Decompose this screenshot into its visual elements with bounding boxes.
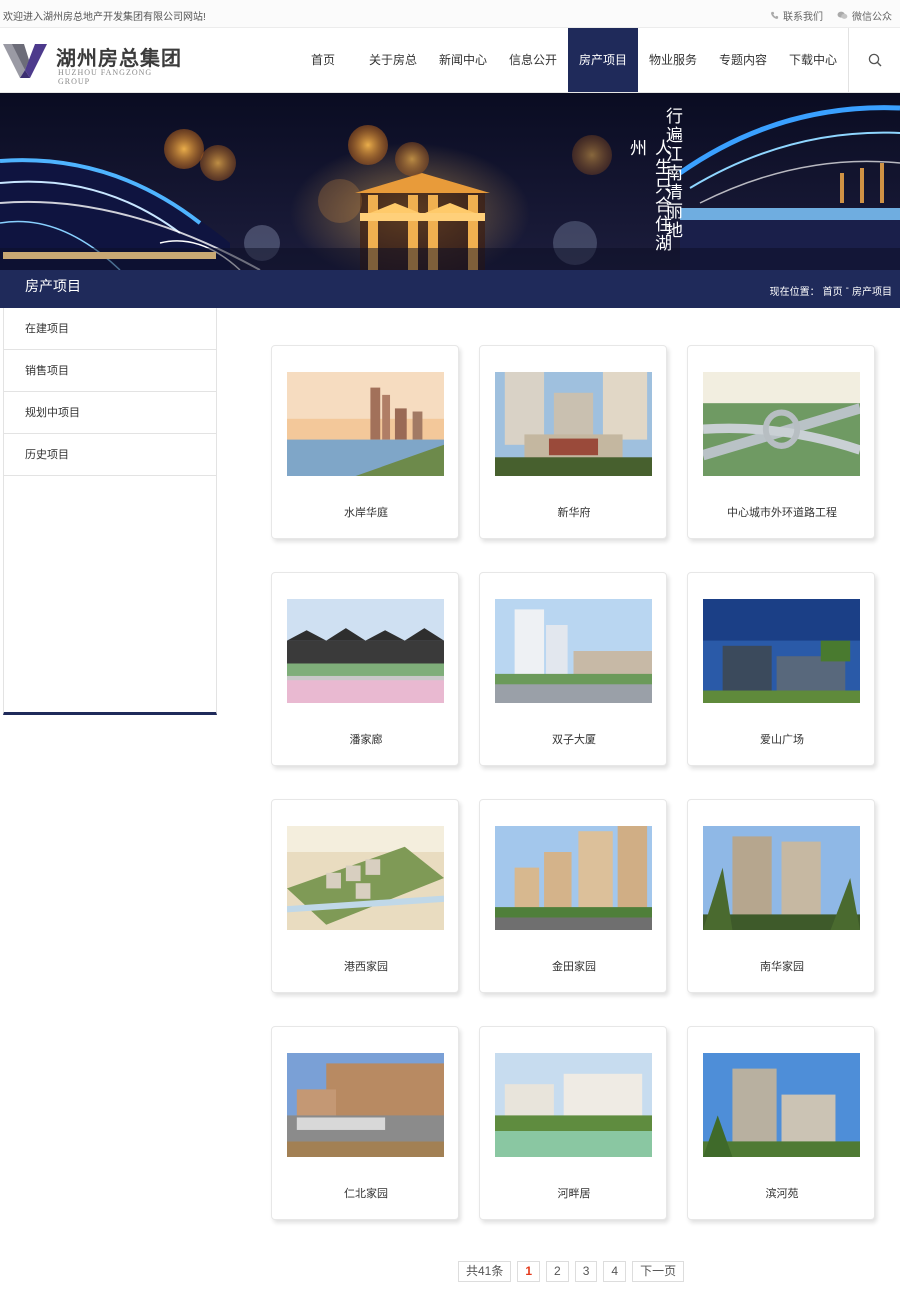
project-card[interactable]: 滨河苑 (687, 1026, 875, 1220)
project-card[interactable]: 河畔居 (479, 1026, 667, 1220)
breadcrumb-separator: - (845, 283, 849, 294)
project-photo[interactable] (287, 826, 444, 930)
project-photo[interactable] (495, 1053, 652, 1157)
project-photo[interactable] (703, 1053, 860, 1157)
project-name[interactable]: 滨河苑 (688, 1185, 876, 1201)
section-tab: 房产项目 (3, 252, 216, 308)
nav-topics[interactable]: 专题内容 (708, 28, 778, 92)
project-photo[interactable] (703, 372, 860, 476)
breadcrumb-label: 现在位置： (769, 287, 820, 298)
project-card[interactable]: 双子大厦 (479, 572, 667, 766)
section-title: 房产项目 (25, 278, 81, 294)
project-name[interactable]: 仁北家园 (272, 1185, 460, 1201)
top-links: 联系我们 微信公众 (770, 8, 892, 23)
project-name[interactable]: 金田家园 (480, 958, 668, 974)
wechat-link[interactable]: 微信公众 (837, 8, 892, 23)
project-name[interactable]: 港西家园 (272, 958, 460, 974)
project-name[interactable]: 中心城市外环道路工程 (688, 504, 876, 520)
breadcrumb-current[interactable]: 房产项目 (852, 283, 892, 298)
project-card[interactable]: 港西家园 (271, 799, 459, 993)
project-name[interactable]: 潘家廊 (272, 731, 460, 747)
page-link-1[interactable]: 1 (517, 1261, 541, 1282)
section-title-bar: 房产项目 现在位置： 首页 - 房产项目 (0, 252, 900, 308)
main-nav: 首页 关于房总 新闻中心 信息公开 房产项目 物业服务 专题内容 下载中心 (288, 28, 848, 92)
logo-mark-icon (3, 44, 47, 78)
nav-property-service[interactable]: 物业服务 (638, 28, 708, 92)
project-card[interactable]: 潘家廊 (271, 572, 459, 766)
nav-divider (848, 28, 849, 92)
project-photo[interactable] (287, 599, 444, 703)
next-page-button[interactable]: 下一页 (632, 1261, 685, 1282)
nav-news[interactable]: 新闻中心 (428, 28, 498, 92)
wechat-label: 微信公众 (852, 12, 892, 23)
project-card[interactable]: 新华府 (479, 345, 667, 539)
logo-name: 湖州房总集团 (56, 48, 182, 70)
hero-banner: 行遍江南清丽地 人生只合住湖州 (0, 93, 900, 270)
wechat-icon (837, 11, 848, 19)
nav-about[interactable]: 关于房总 (358, 28, 428, 92)
project-name[interactable]: 爱山广场 (688, 731, 876, 747)
project-card[interactable]: 水岸华庭 (271, 345, 459, 539)
project-photo[interactable] (287, 372, 444, 476)
sidebar-item-on-sale[interactable]: 销售项目 (4, 350, 216, 392)
sidebar-item-under-construction[interactable]: 在建项目 (4, 308, 216, 350)
logo-english: HUZHOU FANGZONG GROUP (58, 68, 153, 86)
pagination: 共41条 1 2 3 4 下一页 (458, 1261, 685, 1282)
nav-projects[interactable]: 房产项目 (568, 28, 638, 92)
nav-downloads[interactable]: 下载中心 (778, 28, 848, 92)
banner-night-scene-image (0, 93, 900, 270)
project-photo[interactable] (495, 599, 652, 703)
page-link-3[interactable]: 3 (574, 1261, 598, 1282)
sidebar-item-historical[interactable]: 历史项目 (4, 434, 216, 476)
site-header: 湖州房总集团 HUZHOU FANGZONG GROUP 首页 关于房总 新闻中心信… (0, 28, 900, 93)
search-button[interactable] (850, 28, 900, 92)
project-name[interactable]: 双子大厦 (480, 731, 668, 747)
logo[interactable]: 湖州房总集团 HUZHOU FANGZONG GROUP (2, 40, 182, 86)
project-card[interactable]: 爱山广场 (687, 572, 875, 766)
project-photo[interactable] (703, 826, 860, 930)
project-photo[interactable] (703, 599, 860, 703)
nav-disclosure[interactable]: 信息公开 (498, 28, 568, 92)
project-name[interactable]: 南华家园 (688, 958, 876, 974)
project-photo[interactable] (495, 826, 652, 930)
nav-home[interactable]: 首页 (288, 28, 358, 92)
project-card[interactable]: 金田家园 (479, 799, 667, 993)
contact-label: 联系我们 (783, 12, 823, 23)
project-photo[interactable] (495, 372, 652, 476)
project-name[interactable]: 水岸华庭 (272, 504, 460, 520)
project-name[interactable]: 河畔居 (480, 1185, 668, 1201)
phone-icon (771, 11, 779, 19)
project-card[interactable]: 中心城市外环道路工程 (687, 345, 875, 539)
breadcrumb: 现在位置： 首页 - 房产项目 (770, 283, 892, 298)
project-photo[interactable] (287, 1053, 444, 1157)
section-tab-accent (3, 252, 216, 259)
breadcrumb-home-link[interactable]: 首页 (823, 283, 843, 298)
pagination-total: 共41条 (458, 1261, 512, 1282)
page-link-2[interactable]: 2 (546, 1261, 569, 1282)
welcome-text: 欢迎进入湖州房总地产开发集团有限公司网站! (3, 12, 206, 23)
project-card[interactable]: 南华家园 (687, 799, 875, 993)
sidebar-item-planned[interactable]: 规划中项目 (4, 392, 216, 434)
contact-link[interactable]: 联系我们 (770, 8, 823, 23)
page-link-4[interactable]: 4 (603, 1261, 627, 1282)
project-name[interactable]: 新华府 (480, 504, 668, 520)
project-card[interactable]: 仁北家园 (271, 1026, 459, 1220)
sidebar-menu: 在建项目 销售项目 规划中项目 历史项目 (3, 308, 217, 715)
top-bar: 欢迎进入湖州房总地产开发集团有限公司网站! 联系我们 微信公众 (0, 0, 900, 28)
search-icon (868, 53, 882, 67)
banner-slogan-line2: 人生只合住湖州 (626, 139, 671, 253)
